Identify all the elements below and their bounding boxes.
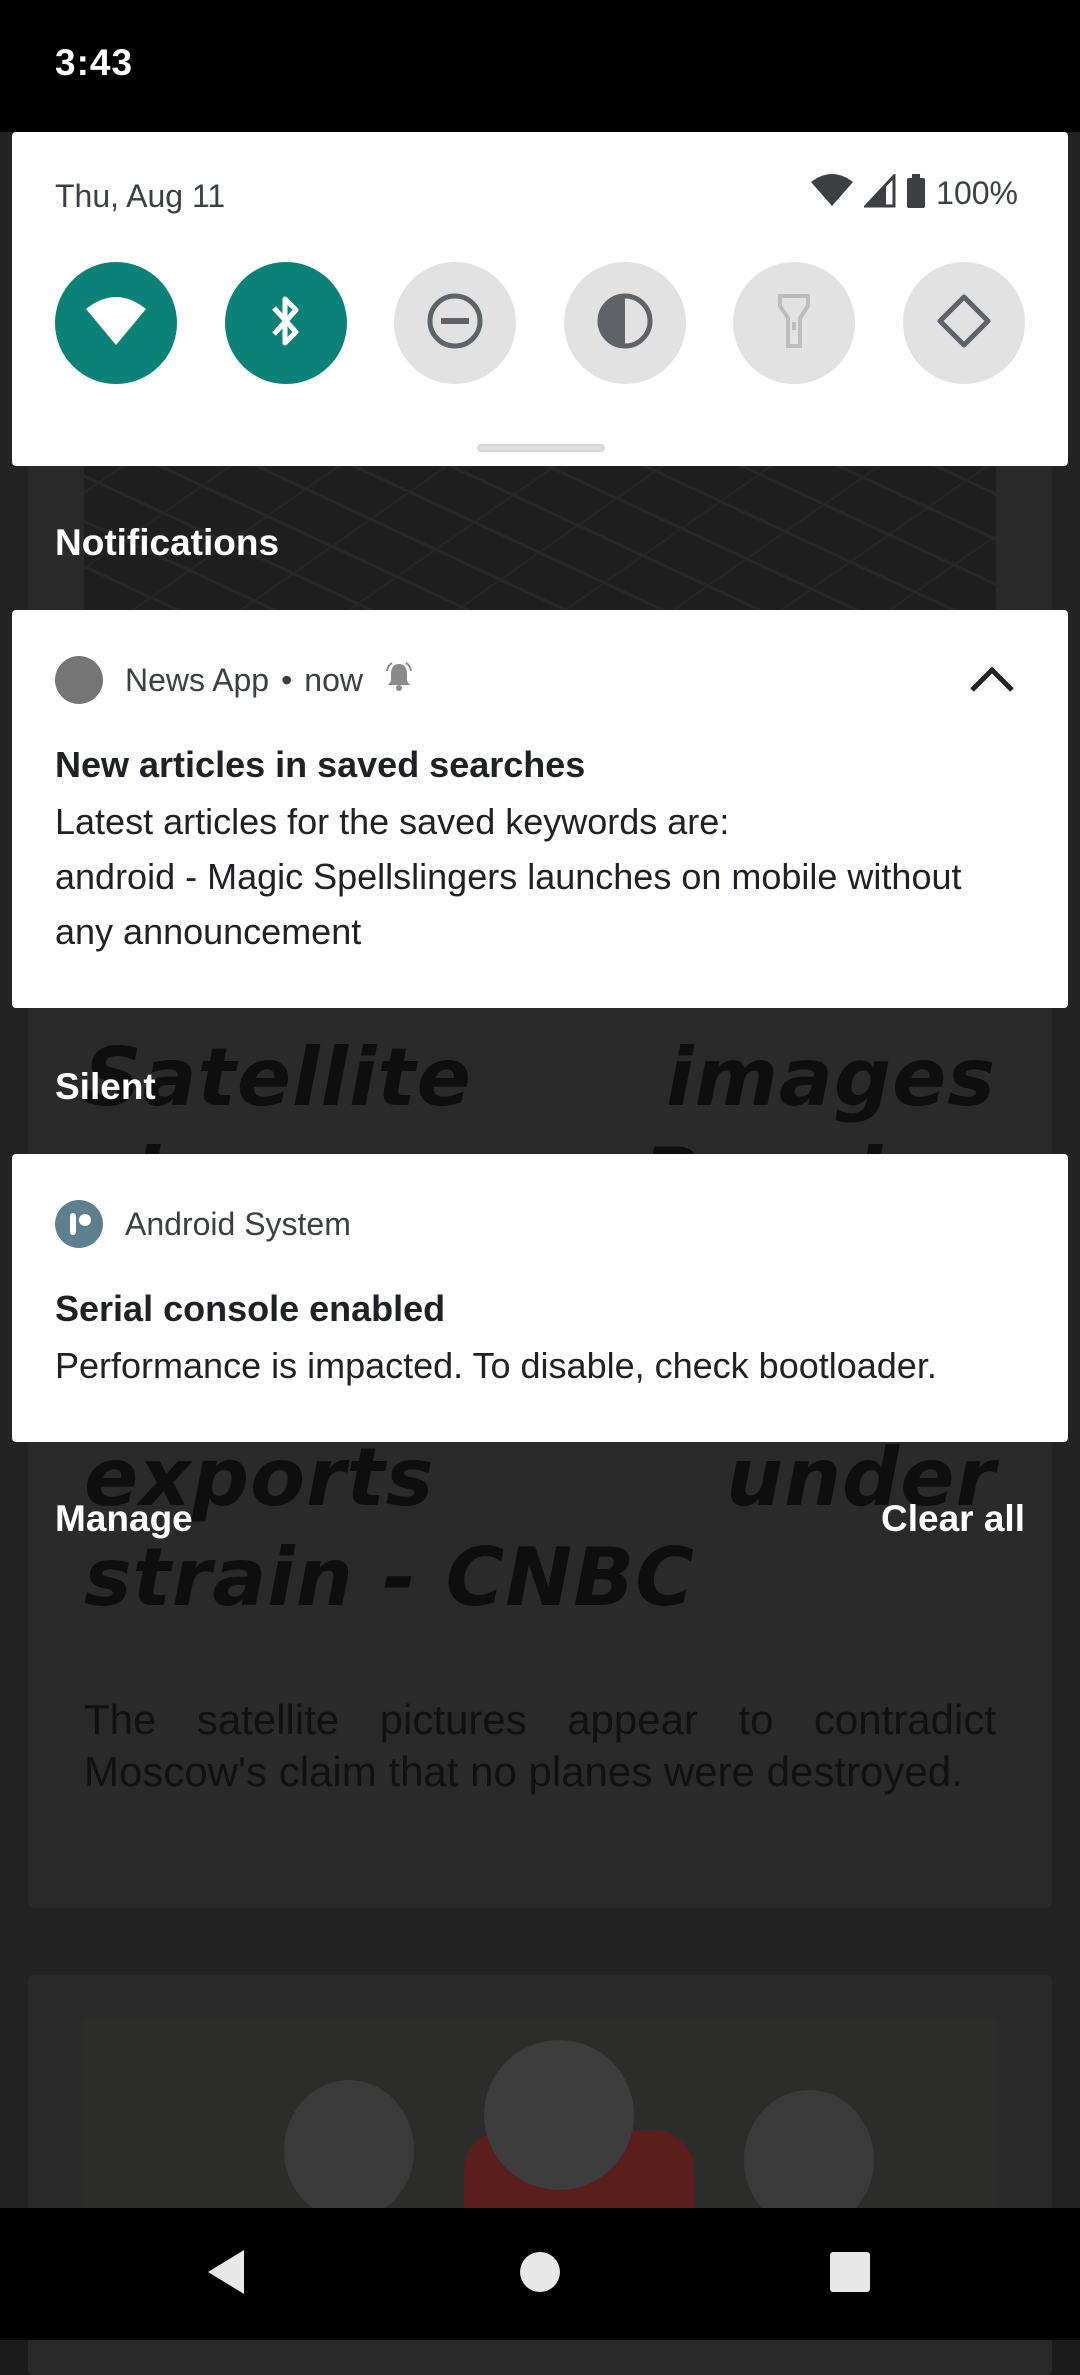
- section-silent: Silent: [55, 1066, 156, 1107]
- do-not-disturb-icon: [426, 292, 484, 355]
- notification-header: News App • now: [55, 656, 413, 704]
- navigation-bar: [0, 2208, 1080, 2340]
- clear-all-button[interactable]: Clear all: [881, 1498, 1025, 1540]
- collapse-chevron-up-icon[interactable]: [966, 658, 1018, 698]
- notification-title: Serial console enabled: [55, 1288, 446, 1329]
- bluetooth-icon: [266, 292, 306, 355]
- flashlight-icon: [774, 292, 814, 355]
- qs-tile-do-not-disturb[interactable]: [394, 262, 517, 384]
- notification-body-line: android - Magic Spellslingers launches o…: [55, 856, 962, 952]
- wifi-signal-icon: [810, 174, 854, 213]
- battery-percent: 100%: [936, 175, 1018, 211]
- qs-tiles: [55, 262, 1025, 384]
- alert-bell-icon: [385, 661, 413, 699]
- battery-icon: [906, 174, 926, 213]
- cell-signal-icon: [862, 172, 896, 213]
- background-football-image: [84, 2020, 996, 2210]
- notification-title: New articles in saved searches: [55, 744, 586, 785]
- recents-button[interactable]: [818, 2242, 882, 2306]
- qs-tile-auto-rotate[interactable]: [902, 262, 1025, 384]
- qs-tile-flashlight[interactable]: [733, 262, 856, 384]
- back-button[interactable]: [194, 2242, 258, 2306]
- notification-body: Performance is impacted. To disable, che…: [55, 1345, 937, 1386]
- notification-header: Android System: [55, 1200, 351, 1248]
- quick-settings-panel: Thu, Aug 11 100%: [12, 132, 1068, 466]
- home-button[interactable]: [508, 2242, 572, 2306]
- section-notifications: Notifications: [55, 522, 280, 563]
- qs-status-icons: 100%: [810, 172, 1018, 213]
- status-time: 3:43: [55, 42, 134, 83]
- dark-theme-icon: [596, 292, 654, 355]
- recents-square-icon: [828, 2250, 872, 2299]
- notification-body-line: Latest articles for the saved keywords a…: [55, 801, 730, 842]
- home-circle-icon: [518, 2250, 562, 2299]
- qs-tile-dark-theme[interactable]: [563, 262, 686, 384]
- notification-body: Latest articles for the saved keywords a…: [55, 794, 1025, 959]
- android-system-icon: [55, 1200, 103, 1248]
- status-bar: 3:43: [0, 0, 1080, 132]
- auto-rotate-icon: [934, 291, 994, 356]
- notification-app-name: Android System: [125, 1205, 351, 1242]
- notification-app-name: News App: [125, 661, 270, 698]
- wifi-icon: [84, 295, 148, 352]
- qs-date[interactable]: Thu, Aug 11: [55, 178, 225, 215]
- back-triangle-icon: [204, 2248, 248, 2301]
- separator-dot: •: [281, 661, 293, 698]
- notification-time: now: [304, 661, 363, 698]
- notification-android-system[interactable]: Android System Serial console enabled Pe…: [12, 1154, 1068, 1442]
- qs-tile-wifi[interactable]: [55, 262, 177, 384]
- background-summary: The satellite pictures appear to contrad…: [84, 1696, 996, 1795]
- manage-button[interactable]: Manage: [55, 1498, 193, 1540]
- app-icon: [55, 656, 103, 704]
- notification-news-app[interactable]: News App • now New articles in saved sea…: [12, 610, 1068, 1008]
- qs-tile-bluetooth[interactable]: [224, 262, 347, 384]
- qs-drag-handle[interactable]: [477, 444, 605, 452]
